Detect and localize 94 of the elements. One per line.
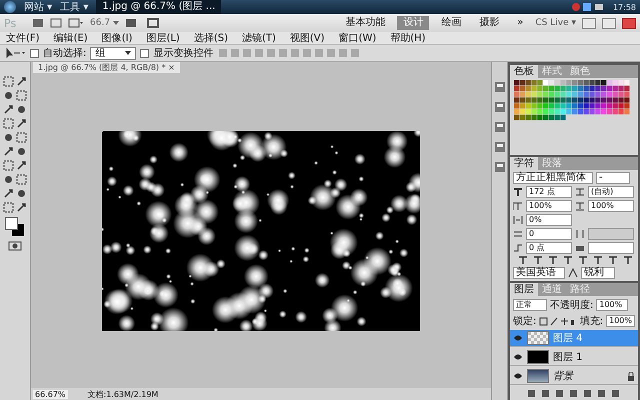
close-button[interactable] — [622, 18, 636, 28]
tsume-field[interactable]: 0% — [526, 214, 572, 226]
quick-mask-icon[interactable] — [8, 241, 22, 251]
vertical-scale-icon — [513, 201, 523, 211]
document-tab[interactable]: 1.jpg @ 66.7% (图层 4, RGB/8) * × — [33, 62, 180, 73]
view-extras-icon[interactable] — [68, 18, 84, 28]
move-icon[interactable] — [16, 76, 27, 87]
fill-label: 填充: — [580, 314, 604, 328]
bridge-icon[interactable] — [32, 18, 44, 28]
show-transform-label: 显示变换控件 — [153, 46, 214, 60]
cs-live-button[interactable]: CS Live ▾ — [535, 18, 576, 28]
paragraph-panel-icon[interactable] — [492, 140, 506, 154]
show-transform-checkbox[interactable] — [140, 48, 150, 58]
text-color-field[interactable] — [588, 242, 634, 254]
layer-row[interactable]: 图层 1 — [510, 349, 638, 366]
caret-icon — [112, 20, 119, 25]
layer-name: 图层 1 — [553, 351, 583, 364]
auto-select-checkbox[interactable] — [30, 48, 39, 58]
faux-bold-icon[interactable] — [518, 256, 528, 265]
blend-mode-dropdown[interactable]: 正常 — [513, 299, 547, 311]
lock-label: 锁定: — [513, 314, 536, 328]
menu-item[interactable]: 视图(V) — [290, 31, 325, 45]
mini-bridge-icon[interactable] — [50, 18, 62, 28]
menu-item[interactable]: 图像(I) — [102, 31, 132, 45]
auto-select-label: 自动选择: — [43, 46, 86, 60]
color-swatches-grid-drawing[interactable] — [514, 80, 632, 122]
taskbar-document-tab[interactable]: 1.jpg @ 66.7% (图层 ... — [96, 0, 222, 14]
language-dropdown[interactable]: 美国英语 — [513, 267, 565, 279]
marquee-icon[interactable] — [3, 76, 14, 87]
layer-thumbnail — [527, 369, 549, 383]
workspace-button[interactable]: 摄影 — [473, 16, 506, 30]
workspace-button[interactable]: 基本功能 — [339, 16, 392, 30]
tray-icons-drawing[interactable] — [570, 2, 605, 12]
horizontal-scale-field[interactable]: 100% — [588, 200, 634, 212]
auto-select-dropdown[interactable]: 组 — [90, 46, 136, 60]
anti-alias-icon — [568, 268, 578, 278]
layer-row[interactable]: 背景 — [510, 368, 638, 385]
minimize-button[interactable] — [582, 18, 596, 28]
leading-icon — [575, 187, 585, 197]
workspace-button[interactable]: 绘画 — [435, 16, 468, 30]
menu-item[interactable]: 帮助(H) — [390, 31, 426, 45]
lock-options-icons-drawing[interactable] — [539, 316, 574, 326]
document-size-info: 文档:1.63M/2.19M — [88, 388, 158, 400]
layer-name: 图层 4 — [553, 332, 583, 345]
eye-icon[interactable] — [513, 334, 523, 342]
eye-icon[interactable] — [513, 372, 523, 380]
font-size-icon — [513, 187, 523, 197]
font-family-dropdown[interactable]: 方正正粗黑简体 — [513, 172, 593, 184]
layer-name: 背景 — [553, 370, 573, 383]
eye-icon[interactable] — [513, 353, 523, 361]
taskbar-menu[interactable]: 网站 ▾ — [24, 0, 52, 14]
clock: 17:58 — [612, 2, 636, 12]
opacity-field[interactable]: 100% — [596, 299, 628, 311]
tracking-field[interactable]: 0 — [526, 228, 572, 240]
menu-item[interactable]: 图层(L) — [146, 31, 180, 45]
font-size-field[interactable]: 172 点 — [526, 186, 572, 198]
maximize-button[interactable] — [602, 18, 616, 28]
start-orb-icon[interactable] — [4, 1, 16, 13]
kerning-field[interactable] — [588, 228, 634, 240]
menu-item[interactable]: 编辑(E) — [54, 31, 88, 45]
vertical-scale-field[interactable]: 100% — [526, 200, 572, 212]
menu-item[interactable]: 窗口(W) — [338, 31, 376, 45]
fill-field[interactable]: 100% — [606, 315, 635, 327]
anti-alias-dropdown[interactable]: 锐利 — [581, 267, 615, 279]
tracking-icon — [513, 229, 523, 239]
baseline-shift-icon — [513, 243, 523, 253]
caret-icon — [125, 51, 132, 55]
kerning-icon — [575, 229, 585, 239]
layer-comps-icon[interactable] — [492, 160, 506, 174]
character-panel-icon[interactable] — [492, 120, 506, 134]
panel-tab[interactable]: 色板 — [510, 65, 538, 78]
color-label-icon — [575, 243, 585, 253]
taskbar-menu[interactable]: 工具 ▾ — [60, 0, 88, 14]
app-logo: Ps — [4, 16, 18, 30]
menu-item[interactable]: 滤镜(T) — [242, 31, 276, 45]
leading-field[interactable]: (自动) — [588, 186, 634, 198]
move-tool-preset-icon[interactable] — [4, 47, 26, 59]
menu-item[interactable]: 文件(F) — [6, 31, 40, 45]
horizontal-scale-icon — [575, 201, 585, 211]
layer-thumbnail — [527, 350, 549, 364]
zoom-percentage-field[interactable]: 66.67% — [33, 390, 68, 398]
panel-tab[interactable]: 字符 — [510, 157, 538, 170]
tsume-icon — [513, 215, 523, 225]
layer-thumbnail — [527, 331, 549, 345]
menu-item[interactable]: 选择(S) — [194, 31, 228, 45]
library-icon[interactable] — [492, 80, 506, 94]
panel-tab[interactable]: 图层 — [510, 283, 538, 296]
opacity-label: 不透明度: — [550, 298, 594, 312]
more-workspaces-button[interactable]: » — [511, 16, 530, 30]
font-style-dropdown[interactable]: - — [596, 172, 630, 184]
baseline-shift-field[interactable]: 0 点 — [526, 242, 572, 254]
swatch-panel-icon[interactable] — [492, 100, 506, 114]
foreground-background-colors-icon[interactable] — [5, 217, 25, 237]
zoom-level-dropdown[interactable]: 66.7 — [90, 18, 119, 28]
